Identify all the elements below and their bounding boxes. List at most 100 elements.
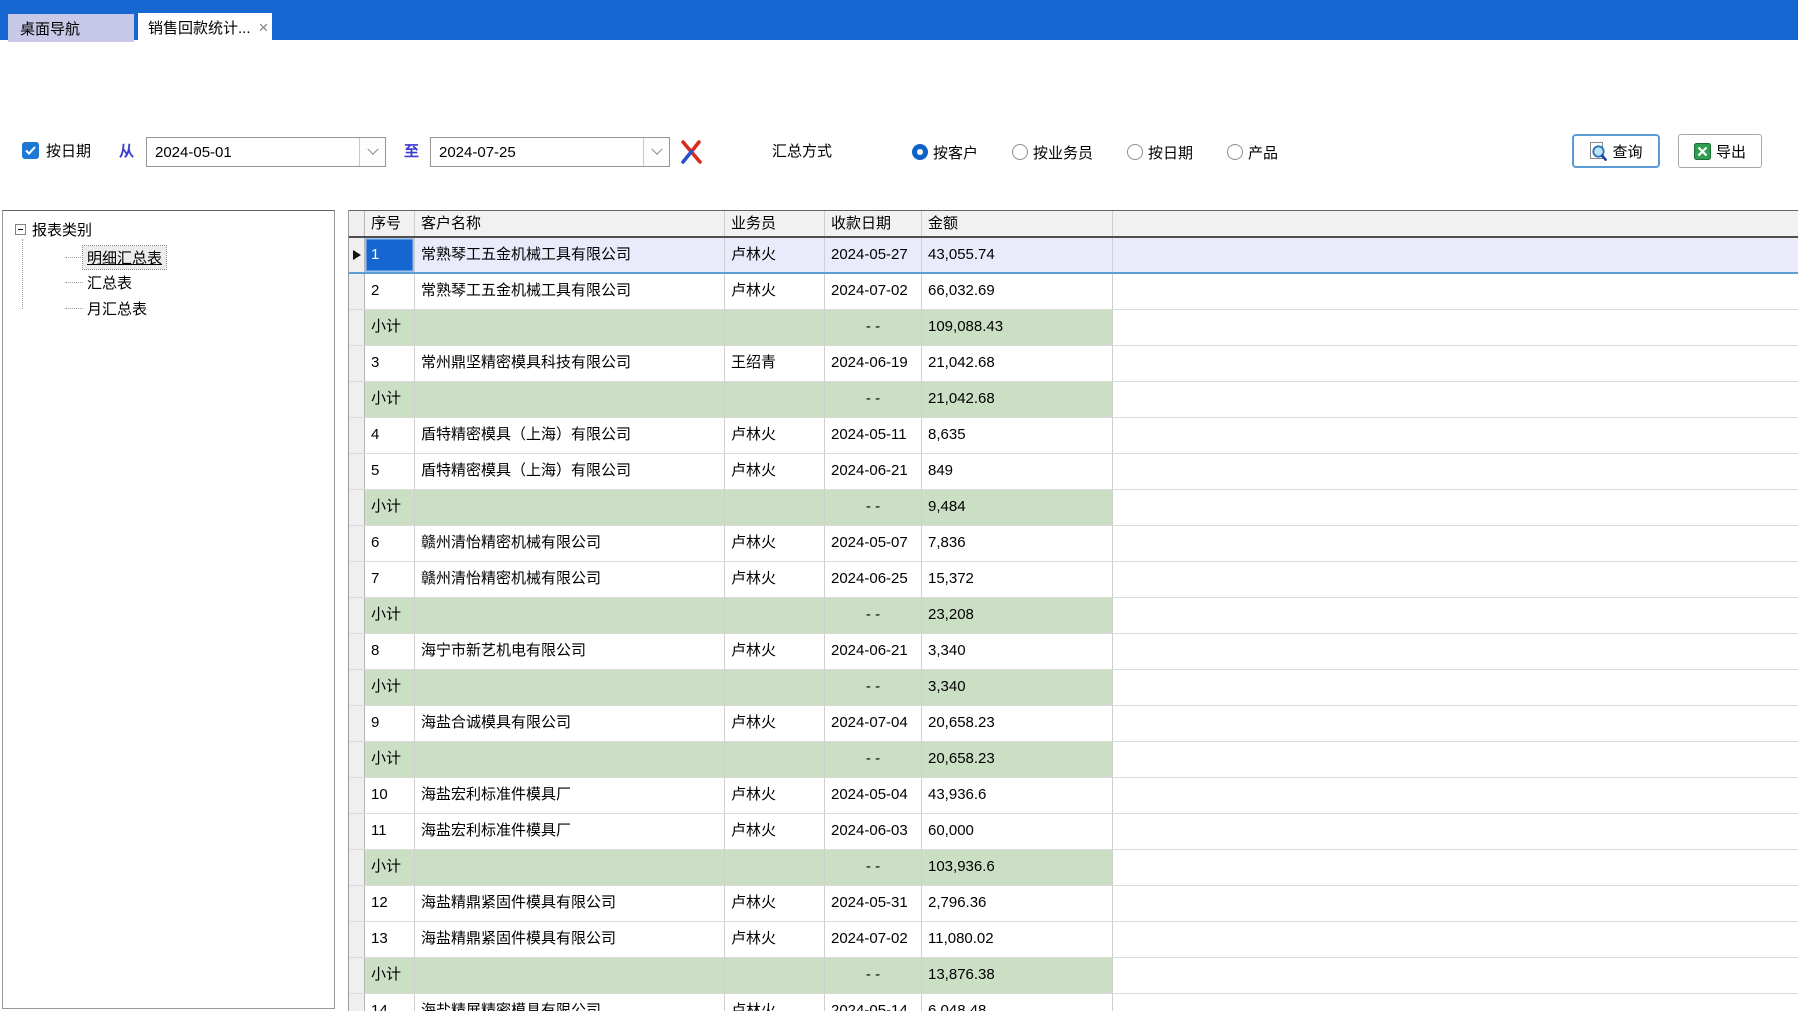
row-selector[interactable] <box>349 670 365 705</box>
cell-date[interactable]: 2024-05-27 <box>825 238 922 272</box>
cell-seq[interactable]: 5 <box>365 454 415 489</box>
tree-collapse-icon[interactable] <box>15 224 26 235</box>
from-date-select[interactable]: 2024-05-01 <box>146 137 386 167</box>
cell-amount[interactable]: 23,208 <box>922 598 1113 633</box>
table-row[interactable]: 3常州鼎坚精密模具科技有限公司王绍青2024-06-1921,042.68 <box>349 346 1798 382</box>
row-selector[interactable] <box>349 454 365 489</box>
cell-amount[interactable]: 109,088.43 <box>922 310 1113 345</box>
cell-date[interactable]: 2024-07-02 <box>825 922 922 957</box>
cell-amount[interactable]: 3,340 <box>922 634 1113 669</box>
cell-date[interactable]: - - <box>825 382 922 417</box>
cell-seq[interactable]: 小计 <box>365 958 415 993</box>
row-selector[interactable] <box>349 346 365 381</box>
cell-customer[interactable] <box>415 490 725 525</box>
cell-salesperson[interactable]: 卢林火 <box>725 274 825 309</box>
cell-date[interactable]: - - <box>825 958 922 993</box>
cell-date[interactable]: - - <box>825 742 922 777</box>
table-row[interactable]: 10海盐宏利标准件模具厂卢林火2024-05-0443,936.6 <box>349 778 1798 814</box>
cell-customer[interactable]: 海盐合诚模具有限公司 <box>415 706 725 741</box>
cell-seq[interactable]: 小计 <box>365 382 415 417</box>
cell-date[interactable]: 2024-07-02 <box>825 274 922 309</box>
cell-salesperson[interactable] <box>725 742 825 777</box>
cell-seq[interactable]: 11 <box>365 814 415 849</box>
cell-customer[interactable]: 赣州清怡精密机械有限公司 <box>415 526 725 561</box>
cell-date[interactable]: 2024-06-25 <box>825 562 922 597</box>
header-col-customer[interactable]: 客户名称 <box>415 211 725 236</box>
cell-amount[interactable]: 2,796.36 <box>922 886 1113 921</box>
clear-dates-button[interactable] <box>678 138 704 170</box>
cell-date[interactable]: - - <box>825 598 922 633</box>
cell-seq[interactable]: 小计 <box>365 742 415 777</box>
header-col-salesperson[interactable]: 业务员 <box>725 211 825 236</box>
cell-salesperson[interactable] <box>725 958 825 993</box>
header-col-seq[interactable]: 序号 <box>365 211 415 236</box>
cell-customer[interactable] <box>415 850 725 885</box>
cell-salesperson[interactable]: 卢林火 <box>725 238 825 272</box>
cell-amount[interactable]: 43,936.6 <box>922 778 1113 813</box>
cell-date[interactable]: 2024-05-31 <box>825 886 922 921</box>
row-selector[interactable] <box>349 706 365 741</box>
summary-radio-option-3[interactable]: 产品 <box>1227 142 1278 163</box>
subtotal-row[interactable]: 小计- -20,658.23 <box>349 742 1798 778</box>
close-icon[interactable]: × <box>259 19 269 36</box>
cell-amount[interactable]: 60,000 <box>922 814 1113 849</box>
cell-salesperson[interactable]: 卢林火 <box>725 418 825 453</box>
cell-customer[interactable]: 海盐精鼎紧固件模具有限公司 <box>415 922 725 957</box>
subtotal-row[interactable]: 小计- -9,484 <box>349 490 1798 526</box>
cell-amount[interactable]: 15,372 <box>922 562 1113 597</box>
cell-date[interactable]: 2024-05-04 <box>825 778 922 813</box>
by-date-checkbox[interactable] <box>22 142 39 159</box>
row-selector[interactable] <box>349 490 365 525</box>
cell-customer[interactable]: 常州鼎坚精密模具科技有限公司 <box>415 346 725 381</box>
cell-amount[interactable]: 9,484 <box>922 490 1113 525</box>
cell-salesperson[interactable] <box>725 670 825 705</box>
cell-date[interactable]: 2024-07-04 <box>825 706 922 741</box>
cell-salesperson[interactable] <box>725 598 825 633</box>
header-col-amount[interactable]: 金额 <box>922 211 1113 236</box>
table-row[interactable]: 2常熟琴工五金机械工具有限公司卢林火2024-07-0266,032.69 <box>349 274 1798 310</box>
table-row[interactable]: 14海盐精展精密模具有限公司卢林火2024-05-146,048.48 <box>349 994 1798 1011</box>
to-date-select[interactable]: 2024-07-25 <box>430 137 670 167</box>
row-selector[interactable] <box>349 274 365 309</box>
cell-date[interactable]: - - <box>825 850 922 885</box>
subtotal-row[interactable]: 小计- -13,876.38 <box>349 958 1798 994</box>
cell-date[interactable]: 2024-06-19 <box>825 346 922 381</box>
row-selector[interactable] <box>349 958 365 993</box>
table-row[interactable]: 11海盐宏利标准件模具厂卢林火2024-06-0360,000 <box>349 814 1798 850</box>
row-selector[interactable] <box>349 562 365 597</box>
cell-seq[interactable]: 6 <box>365 526 415 561</box>
cell-salesperson[interactable] <box>725 850 825 885</box>
row-selector[interactable] <box>349 994 365 1011</box>
sidebar-item-0[interactable]: 明细汇总表 <box>65 245 166 269</box>
cell-seq[interactable]: 12 <box>365 886 415 921</box>
cell-customer[interactable] <box>415 742 725 777</box>
cell-salesperson[interactable]: 卢林火 <box>725 562 825 597</box>
query-button[interactable]: 查询 <box>1572 134 1660 168</box>
cell-amount[interactable]: 66,032.69 <box>922 274 1113 309</box>
cell-salesperson[interactable]: 卢林火 <box>725 454 825 489</box>
cell-salesperson[interactable]: 王绍青 <box>725 346 825 381</box>
cell-seq[interactable]: 4 <box>365 418 415 453</box>
cell-date[interactable]: 2024-05-11 <box>825 418 922 453</box>
tab-desktop-navigation[interactable]: 桌面导航 <box>8 14 134 42</box>
cell-salesperson[interactable] <box>725 490 825 525</box>
subtotal-row[interactable]: 小计- -21,042.68 <box>349 382 1798 418</box>
header-col-date[interactable]: 收款日期 <box>825 211 922 236</box>
cell-amount[interactable]: 8,635 <box>922 418 1113 453</box>
cell-customer[interactable]: 常熟琴工五金机械工具有限公司 <box>415 274 725 309</box>
cell-salesperson[interactable] <box>725 310 825 345</box>
table-row[interactable]: 7赣州清怡精密机械有限公司卢林火2024-06-2515,372 <box>349 562 1798 598</box>
cell-salesperson[interactable]: 卢林火 <box>725 778 825 813</box>
cell-seq[interactable]: 小计 <box>365 490 415 525</box>
cell-amount[interactable]: 20,658.23 <box>922 706 1113 741</box>
cell-salesperson[interactable] <box>725 382 825 417</box>
cell-seq[interactable]: 3 <box>365 346 415 381</box>
cell-seq[interactable]: 7 <box>365 562 415 597</box>
cell-salesperson[interactable]: 卢林火 <box>725 526 825 561</box>
subtotal-row[interactable]: 小计- -3,340 <box>349 670 1798 706</box>
cell-seq[interactable]: 小计 <box>365 850 415 885</box>
cell-date[interactable]: - - <box>825 310 922 345</box>
table-row[interactable]: 8海宁市新艺机电有限公司卢林火2024-06-213,340 <box>349 634 1798 670</box>
cell-amount[interactable]: 7,836 <box>922 526 1113 561</box>
tab-sales-collection-report[interactable]: 销售回款统计... × <box>138 13 272 42</box>
